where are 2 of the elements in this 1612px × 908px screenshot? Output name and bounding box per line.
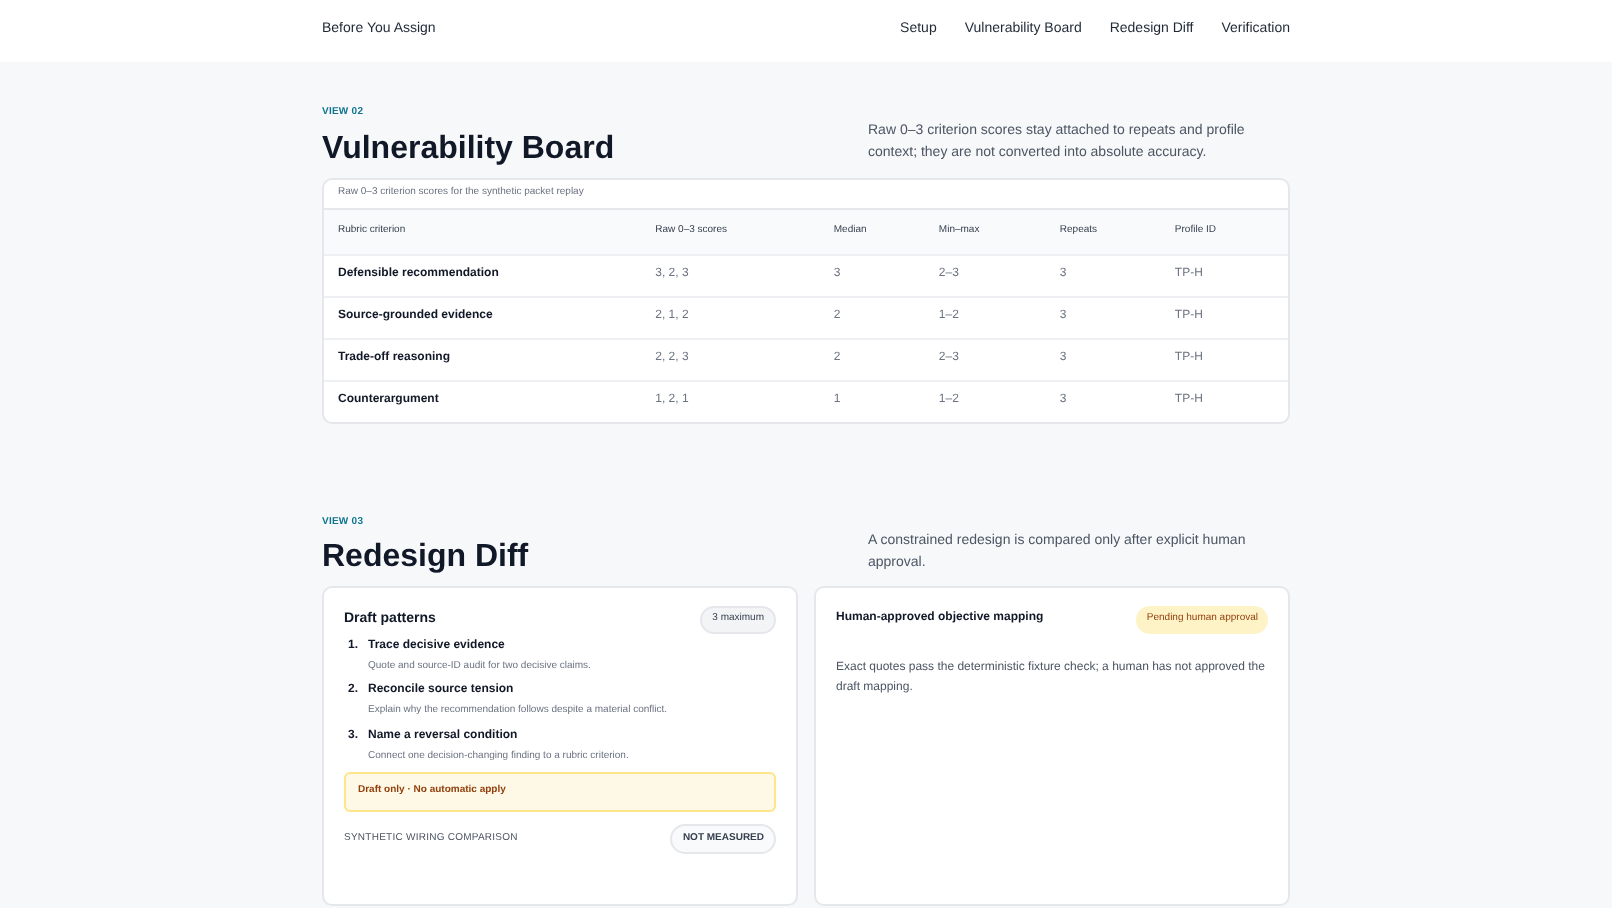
section-title: Redesign Diff bbox=[322, 538, 529, 578]
section-title: Vulnerability Board bbox=[322, 129, 615, 169]
